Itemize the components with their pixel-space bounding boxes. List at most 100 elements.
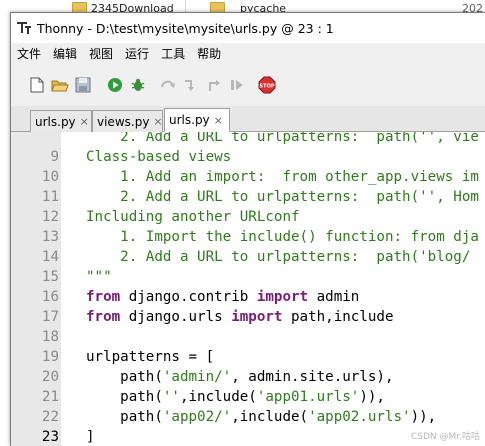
line-number: 18 bbox=[41, 329, 59, 345]
stop-label: STOP bbox=[259, 84, 275, 90]
code-line[interactable]: path('',include('app01.urls')), bbox=[86, 387, 385, 407]
code-token: django.urls bbox=[120, 309, 232, 325]
code-line[interactable]: ] bbox=[86, 427, 95, 446]
step-over-button[interactable] bbox=[158, 75, 178, 95]
tab-close-icon[interactable]: × bbox=[214, 114, 223, 127]
code-token: 2. Add a URL to urlpatterns: path('', vi… bbox=[86, 132, 479, 145]
line-number: 9 bbox=[50, 149, 59, 165]
step-into-button[interactable] bbox=[181, 75, 201, 95]
open-folder-icon bbox=[51, 80, 69, 92]
code-token: django.contrib bbox=[120, 289, 257, 305]
line-number bbox=[11, 132, 59, 147]
debug-button[interactable] bbox=[128, 75, 148, 95]
code-token: admin bbox=[308, 289, 360, 305]
stop-icon: STOP bbox=[258, 76, 276, 94]
code-editor[interactable]: 9 10 11 12 13 14 15 16 17 18 19 20 21 22 23 2. Add a U… bbox=[11, 132, 485, 446]
code-line[interactable]: from django.contrib import admin bbox=[86, 287, 359, 307]
resume-icon bbox=[231, 80, 243, 90]
step-into-icon bbox=[185, 80, 194, 91]
tab-close-icon[interactable]: × bbox=[153, 115, 162, 128]
run-button[interactable] bbox=[105, 75, 125, 95]
menu-tools[interactable]: 工具 bbox=[155, 45, 191, 62]
toolbar: STOP bbox=[11, 64, 485, 106]
resume-button[interactable] bbox=[227, 75, 247, 95]
tab-views-py[interactable]: views.py × bbox=[92, 110, 163, 132]
menu-help[interactable]: 帮助 bbox=[191, 45, 227, 62]
line-number: 13 bbox=[41, 229, 59, 245]
code-line[interactable]: from django.urls import path,include bbox=[86, 307, 394, 327]
tab-label: views.py bbox=[97, 114, 150, 129]
new-file-button[interactable] bbox=[27, 75, 47, 95]
save-file-button[interactable] bbox=[73, 75, 93, 95]
code-token: )), bbox=[410, 409, 437, 425]
tab-label: urls.py bbox=[35, 114, 76, 129]
code-token: from bbox=[86, 309, 121, 325]
code-token: Class-based views bbox=[86, 149, 232, 165]
title-bar[interactable]: Thonny - D:\test\mysite\mysite\urls.py @… bbox=[11, 13, 485, 43]
code-token: path,include bbox=[282, 309, 394, 325]
editor-tab-bar: urls.py × views.py × urls.py × bbox=[11, 106, 485, 132]
line-number: 12 bbox=[41, 209, 59, 225]
code-line[interactable]: """ bbox=[86, 267, 112, 287]
code-line[interactable]: Including another URLconf bbox=[86, 207, 300, 227]
code-line[interactable]: Class-based views bbox=[86, 147, 231, 167]
step-out-button[interactable] bbox=[204, 75, 224, 95]
code-line[interactable]: path('admin/', admin.site.urls), bbox=[86, 367, 394, 387]
code-token: path( bbox=[86, 389, 163, 405]
line-number: 19 bbox=[41, 349, 59, 365]
code-token: """ bbox=[86, 269, 112, 285]
line-number: 14 bbox=[41, 249, 59, 265]
code-token: import bbox=[231, 309, 283, 325]
code-token: '' bbox=[162, 389, 180, 405]
code-line[interactable]: 2. Add a URL to urlpatterns: path('', vi… bbox=[86, 132, 479, 147]
code-token: Including another URLconf bbox=[86, 209, 300, 225]
line-number: 22 bbox=[41, 409, 59, 425]
tab-label: urls.py bbox=[169, 113, 210, 127]
line-number: 20 bbox=[41, 369, 59, 385]
watermark: CSDN @Mr.咕咕 bbox=[410, 432, 480, 442]
code-token: )), bbox=[359, 389, 385, 405]
code-token: ,include( bbox=[179, 389, 257, 405]
open-file-button[interactable] bbox=[50, 75, 70, 95]
code-text-area[interactable]: 2. Add a URL to urlpatterns: path('', vi… bbox=[61, 132, 485, 446]
code-token: 'app02/' bbox=[162, 409, 232, 425]
code-line[interactable]: 2. Add a URL to urlpatterns: path('blog/ bbox=[86, 247, 470, 267]
code-token: urlpatterns = [ bbox=[86, 349, 215, 365]
tab-close-icon[interactable]: × bbox=[80, 115, 89, 128]
thonny-window: Thonny - D:\test\mysite\mysite\urls.py @… bbox=[10, 12, 485, 446]
code-token: 2. Add a URL to urlpatterns: path('blog/ bbox=[86, 249, 471, 265]
code-line[interactable]: 1. Import the include() function: from d… bbox=[86, 227, 479, 247]
code-token: , admin.site.urls), bbox=[231, 369, 394, 385]
bug-icon bbox=[131, 78, 145, 91]
code-line[interactable]: urlpatterns = [ bbox=[86, 347, 214, 367]
menu-file[interactable]: 文件 bbox=[11, 45, 47, 62]
stop-button[interactable]: STOP bbox=[257, 75, 277, 95]
tab-urls-py-active[interactable]: urls.py × bbox=[164, 108, 230, 132]
code-token: import bbox=[256, 289, 309, 305]
line-number: 17 bbox=[41, 309, 59, 325]
code-token: 'app01.urls' bbox=[256, 389, 360, 405]
thonny-app-icon bbox=[17, 21, 31, 35]
code-line[interactable]: path('app02/',include('app02.urls')), bbox=[86, 407, 436, 427]
code-token: path( bbox=[86, 369, 163, 385]
code-token: ] bbox=[86, 429, 95, 445]
line-number: 23 bbox=[41, 429, 59, 445]
code-line[interactable]: 2. Add a URL to urlpatterns: path('', Ho… bbox=[86, 187, 479, 207]
line-number: 21 bbox=[41, 389, 59, 405]
line-number-gutter: 9 10 11 12 13 14 15 16 17 18 19 20 21 22 23 bbox=[11, 132, 61, 446]
menu-run[interactable]: 运行 bbox=[119, 45, 155, 62]
menu-bar: 文件 编辑 视图 运行 工具 帮助 bbox=[11, 43, 485, 64]
code-token: ,include( bbox=[231, 409, 309, 425]
code-token: 'admin/' bbox=[162, 369, 232, 385]
save-disk-icon bbox=[75, 77, 91, 93]
tab-urls-py-1[interactable]: urls.py × bbox=[30, 110, 92, 132]
code-token: 'app02.urls' bbox=[308, 409, 411, 425]
line-number: 15 bbox=[41, 269, 59, 285]
code-token: 2. Add a URL to urlpatterns: path('', Ho… bbox=[86, 189, 479, 205]
code-token: path( bbox=[86, 409, 163, 425]
code-token: 1. Import the include() function: from d… bbox=[86, 229, 479, 245]
menu-view[interactable]: 视图 bbox=[83, 45, 119, 62]
menu-edit[interactable]: 编辑 bbox=[47, 45, 83, 62]
code-line[interactable]: 1. Add an import: from other_app.views i… bbox=[86, 167, 479, 187]
code-token: 1. Add an import: from other_app.views i… bbox=[86, 169, 479, 185]
